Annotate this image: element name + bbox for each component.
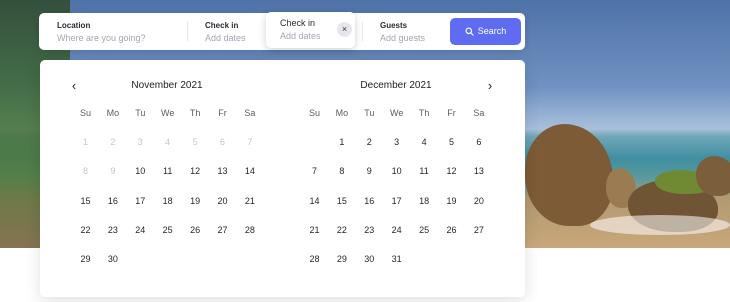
calendar-day[interactable]: 30	[99, 254, 126, 264]
calendar-day[interactable]: 14	[301, 196, 328, 206]
calendar-day: 5	[192, 137, 198, 147]
calendar-day[interactable]: 31	[383, 254, 410, 264]
location-label: Location	[57, 21, 91, 30]
calendar-day: 3	[137, 137, 143, 147]
calendar-day[interactable]: 6	[465, 137, 492, 147]
weekday-header: Mo	[106, 108, 120, 118]
date-picker: ‹ › November 2021 Su Mo Tu We Th Fr Sa 1 2 3 4 5 6 7 8…	[40, 60, 525, 297]
calendar-day[interactable]: 15	[72, 196, 99, 206]
calendar-day[interactable]: 28	[301, 254, 328, 264]
calendar-day[interactable]: 19	[438, 196, 465, 206]
calendar-day[interactable]: 16	[356, 196, 383, 206]
weekday-header: Tu	[364, 108, 375, 118]
calendar-day[interactable]: 26	[438, 225, 465, 235]
calendar-day: 8	[82, 166, 88, 177]
calendar-day[interactable]: 24	[383, 225, 410, 235]
location-placeholder: Where are you going?	[57, 33, 146, 43]
calendar-day[interactable]: 28	[236, 225, 263, 235]
checkin-field[interactable]: Check in Add dates	[205, 13, 265, 50]
checkin-placeholder: Add dates	[205, 33, 246, 43]
calendar-day[interactable]: 24	[127, 225, 154, 235]
calendar-day[interactable]: 15	[328, 196, 355, 206]
guests-placeholder: Add guests	[380, 33, 426, 43]
weekday-header: Su	[308, 108, 320, 118]
calendar-day[interactable]: 9	[356, 166, 383, 176]
guests-field[interactable]: Guests Add guests	[380, 13, 460, 50]
weekday-header: Th	[189, 108, 201, 118]
calendar-day[interactable]: 27	[209, 225, 236, 235]
calendar-day[interactable]: 1	[328, 137, 355, 147]
search-bar: Location Where are you going? Check in A…	[39, 12, 525, 50]
calendar-day[interactable]: 19	[182, 196, 209, 206]
calendar-day[interactable]: 20	[465, 196, 492, 206]
calendar-day[interactable]: 12	[438, 166, 465, 176]
calendar-day[interactable]: 25	[154, 225, 181, 235]
divider	[362, 22, 363, 41]
rock	[525, 124, 613, 226]
calendar-day: 2	[110, 137, 116, 147]
month-title: December 2021	[360, 80, 432, 91]
calendar-day[interactable]: 26	[182, 225, 209, 235]
calendar-day[interactable]: 21	[301, 225, 328, 235]
location-field[interactable]: Location Where are you going?	[57, 13, 187, 50]
calendar-day[interactable]: 25	[411, 225, 438, 235]
calendar-day: 1	[82, 137, 88, 147]
calendar-day[interactable]: 27	[465, 225, 492, 235]
calendar-day: 9	[110, 166, 116, 177]
weekday-header: We	[390, 108, 404, 118]
weekday-header: Fr	[218, 108, 227, 118]
calendar-day[interactable]: 10	[383, 166, 410, 176]
calendar-day[interactable]: 5	[438, 137, 465, 147]
weekday-header: Sa	[244, 108, 256, 118]
sea-foam	[590, 215, 730, 235]
calendar-day[interactable]: 17	[383, 196, 410, 206]
calendar-day[interactable]: 8	[328, 166, 355, 176]
calendar-day[interactable]: 13	[209, 166, 236, 176]
calendar-day[interactable]: 2	[356, 137, 383, 147]
search-icon	[465, 27, 474, 36]
guests-label: Guests	[380, 21, 408, 30]
calendar-day[interactable]: 14	[236, 166, 263, 176]
search-button-label: Search	[477, 26, 507, 36]
calendar-day[interactable]: 22	[72, 225, 99, 235]
weekday-header: Sa	[473, 108, 485, 118]
weekday-header: Tu	[135, 108, 146, 118]
checkout-field-active[interactable]: Check in Add dates ×	[266, 12, 355, 48]
calendar-day[interactable]: 10	[127, 166, 154, 176]
calendar-day[interactable]: 30	[356, 254, 383, 264]
calendar-day[interactable]: 16	[99, 196, 126, 206]
weekday-header: Mo	[335, 108, 349, 118]
divider	[187, 22, 188, 41]
calendar-day[interactable]: 18	[154, 196, 181, 206]
clear-dates-button[interactable]: ×	[337, 22, 352, 37]
calendar-day[interactable]: 29	[72, 254, 99, 264]
calendar-day[interactable]: 4	[411, 137, 438, 147]
calendar-day[interactable]: 7	[301, 166, 328, 176]
calendar-day[interactable]: 11	[411, 166, 438, 176]
calendar-day[interactable]: 18	[411, 196, 438, 206]
weekday-header: Su	[79, 108, 91, 118]
calendar-day[interactable]: 29	[328, 254, 355, 264]
calendar-day[interactable]: 22	[328, 225, 355, 235]
calendar-day[interactable]: 23	[99, 225, 126, 235]
checkin-label: Check in	[205, 21, 239, 30]
calendar-day[interactable]: 17	[127, 196, 154, 206]
calendar-day[interactable]: 3	[383, 137, 410, 147]
calendar-day[interactable]: 11	[154, 166, 181, 176]
calendar-day: 7	[247, 137, 253, 147]
search-button[interactable]: Search	[450, 18, 521, 45]
weekday-header: Th	[418, 108, 430, 118]
rock	[696, 156, 730, 196]
calendar-day[interactable]: 23	[356, 225, 383, 235]
calendar-day[interactable]: 13	[465, 166, 492, 176]
weekday-header: We	[161, 108, 175, 118]
calendar-day: 4	[165, 137, 171, 147]
calendar-day[interactable]: 20	[209, 196, 236, 206]
weekday-header: Fr	[447, 108, 456, 118]
calendar-day[interactable]: 12	[182, 166, 209, 176]
calendar-day: 6	[219, 137, 225, 147]
calendar-day[interactable]: 21	[236, 196, 263, 206]
month-title: November 2021	[131, 80, 203, 91]
